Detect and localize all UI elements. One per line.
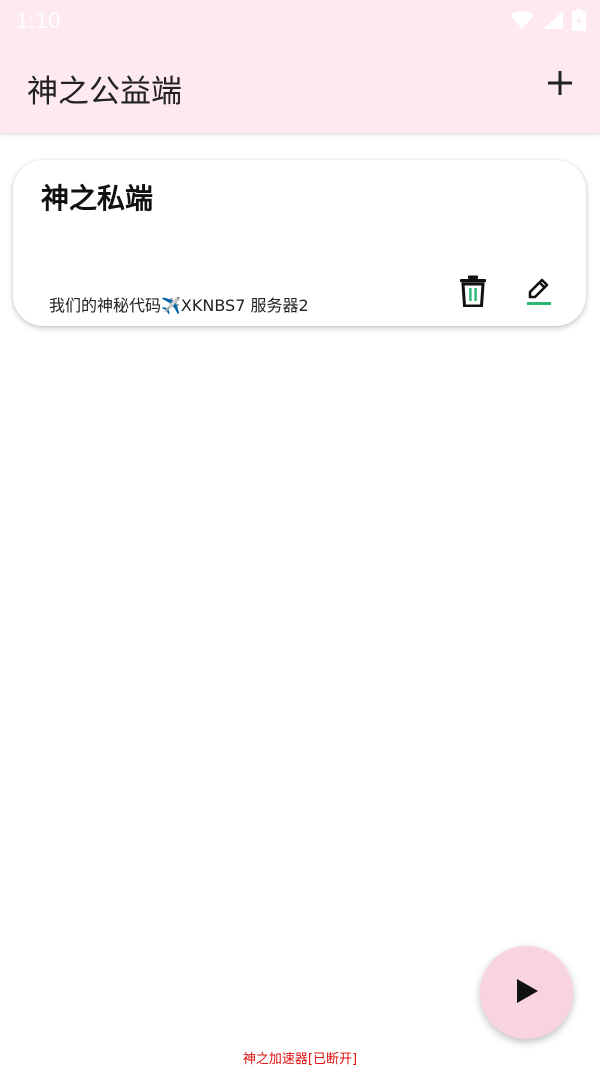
battery-icon — [572, 9, 586, 35]
connection-status-text: 神之加速器[已断开] — [242, 1052, 358, 1066]
delete-button[interactable] — [457, 275, 489, 311]
screen: 1:10 神之公益端 神之私端 我们的神秘代码✈️XKNBS7 服务器2 神之加… — [0, 0, 600, 1066]
app-title: 神之公益端 — [27, 74, 182, 110]
add-button[interactable] — [540, 65, 580, 105]
signal-icon — [542, 10, 564, 34]
connect-play-button[interactable] — [480, 946, 573, 1039]
app-bar: 神之公益端 — [0, 40, 600, 133]
server-description: 我们的神秘代码✈️XKNBS7 服务器2 — [49, 296, 309, 315]
server-name: 神之私端 — [41, 182, 154, 215]
wifi-icon — [510, 10, 534, 34]
server-card[interactable]: 神之私端 我们的神秘代码✈️XKNBS7 服务器2 — [13, 160, 586, 326]
play-icon — [514, 977, 540, 1009]
plus-icon — [547, 70, 573, 100]
edit-button[interactable] — [523, 275, 555, 311]
pencil-icon — [526, 275, 552, 311]
status-time: 1:10 — [16, 8, 61, 33]
status-bar: 1:10 — [0, 0, 600, 40]
status-icons — [510, 9, 586, 35]
trash-icon — [460, 275, 486, 311]
